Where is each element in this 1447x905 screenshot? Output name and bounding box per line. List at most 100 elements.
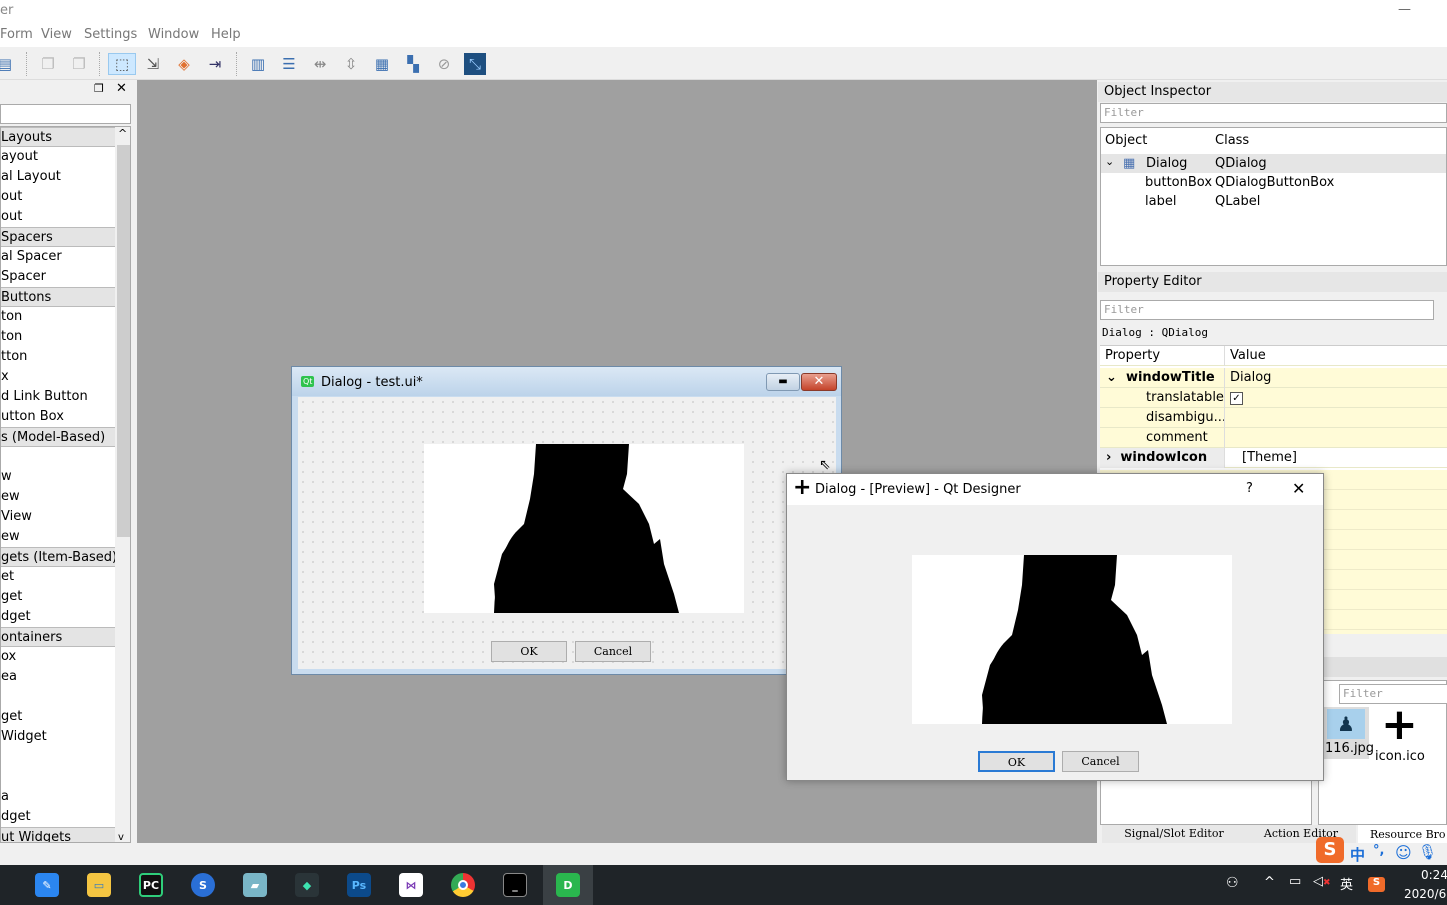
edit-buddies-icon[interactable]: ◈	[173, 53, 195, 75]
save-icon[interactable]: ▤	[0, 53, 16, 75]
widget-filter-input[interactable]	[0, 104, 131, 124]
widget-category[interactable]: Buttons	[1, 287, 115, 307]
widget-item[interactable]	[1, 447, 115, 467]
tree-row-label[interactable]: label QLabel	[1101, 192, 1446, 211]
taskbar-visual-studio-icon[interactable]: ⋈	[399, 873, 423, 897]
help-button[interactable]: ?	[1246, 481, 1253, 496]
widget-category[interactable]: Spacers	[1, 227, 115, 247]
taskbar-pycharm-icon[interactable]: PC	[139, 873, 163, 897]
taskbar-notepad-icon[interactable]: ▰	[243, 873, 267, 897]
translatable-checkbox[interactable]: ✓	[1230, 392, 1243, 405]
widget-item[interactable]	[1, 687, 115, 707]
sogou-ime-icon[interactable]: S	[1316, 837, 1344, 863]
widget-item[interactable]: et	[1, 567, 115, 587]
preview-titlebar[interactable]: + Dialog - [Preview] - Qt Designer ? ✕	[787, 474, 1323, 505]
send-to-back-icon[interactable]: ❐	[68, 53, 90, 75]
menu-window[interactable]: Window	[148, 27, 199, 42]
ok-button[interactable]: OK	[491, 641, 567, 662]
widget-category[interactable]: ut Widgets	[1, 827, 115, 842]
scroll-up-icon[interactable]: ^	[118, 127, 127, 140]
widget-item[interactable]: tton	[1, 347, 115, 367]
microphone-icon[interactable]: 🎙	[1418, 843, 1437, 861]
layout-vertical-icon[interactable]: ☰	[278, 53, 300, 75]
widget-item[interactable]: ew	[1, 527, 115, 547]
widget-item[interactable]	[1, 747, 115, 767]
ime-language[interactable]: 中	[1350, 844, 1365, 865]
menu-help[interactable]: Help	[211, 27, 241, 42]
widget-item[interactable]: ayout	[1, 147, 115, 167]
preview-window[interactable]: + Dialog - [Preview] - Qt Designer ? ✕ O…	[786, 473, 1324, 781]
ime-punctuation[interactable]: °,	[1373, 843, 1384, 858]
widget-category[interactable]: ontainers	[1, 627, 115, 647]
people-icon[interactable]: ⚇	[1226, 875, 1239, 891]
property-row-comment[interactable]: comment	[1100, 428, 1447, 448]
scrollbar[interactable]: ^ v	[115, 127, 130, 842]
taskbar-feishu-icon[interactable]: ✎	[35, 873, 59, 897]
tray-chevron-icon[interactable]: ^	[1264, 875, 1275, 890]
menu-settings[interactable]: Settings	[84, 27, 137, 42]
widget-item[interactable]: get	[1, 587, 115, 607]
taskbar-photoshop-icon[interactable]: Ps	[347, 873, 371, 897]
widget-category[interactable]: gets (Item-Based)	[1, 547, 115, 567]
file-116-jpg[interactable]: ♟ 116.jpg	[1323, 707, 1374, 759]
close-icon[interactable]: ✕	[116, 81, 127, 96]
sogou-tray-icon[interactable]: S	[1368, 877, 1385, 892]
widget-item[interactable]: dget	[1, 607, 115, 627]
edit-widgets-icon[interactable]: ⬚	[108, 53, 136, 75]
widget-item[interactable]: out	[1, 187, 115, 207]
cancel-button[interactable]: Cancel	[575, 641, 651, 662]
taskbar-sogou-browser-icon[interactable]: S	[191, 873, 215, 897]
layout-form-icon[interactable]: ▚	[402, 53, 424, 75]
form-window-titlebar[interactable]: Qt Dialog - test.ui* ▬ ✕	[292, 367, 841, 396]
float-icon[interactable]: ❐	[94, 82, 104, 95]
widget-item[interactable]: ton	[1, 307, 115, 327]
splitter-horizontal-icon[interactable]: ⇹	[309, 53, 331, 75]
widget-item[interactable]: ox	[1, 647, 115, 667]
widget-category[interactable]: s (Model-Based)	[1, 427, 115, 447]
taskbar-chrome-icon[interactable]	[451, 873, 475, 897]
taskbar-terminal-icon[interactable]: _	[503, 873, 527, 897]
widget-item[interactable]: dget	[1, 807, 115, 827]
form-canvas[interactable]: OK Cancel	[298, 397, 836, 669]
edit-signals-slots-icon[interactable]: ⇲	[142, 53, 164, 75]
close-button[interactable]: ✕	[1292, 479, 1305, 498]
widget-item[interactable]: utton Box	[1, 407, 115, 427]
widget-item[interactable]: out	[1, 207, 115, 227]
layout-grid-icon[interactable]: ▦	[371, 53, 393, 75]
minimize-button[interactable]: —	[1398, 2, 1411, 17]
tab-resource-browser[interactable]: Resource Bro	[1358, 825, 1447, 845]
bring-to-front-icon[interactable]: ❐	[37, 53, 59, 75]
property-row-disambiguation[interactable]: disambigu...	[1100, 408, 1447, 428]
widget-item[interactable]: w	[1, 467, 115, 487]
menu-view[interactable]: View	[41, 27, 72, 42]
widget-item[interactable]: ton	[1, 327, 115, 347]
widget-item[interactable]	[1, 767, 115, 787]
adjust-size-icon[interactable]: ⤡	[464, 53, 486, 75]
scrollbar-thumb[interactable]	[117, 145, 130, 537]
network-icon[interactable]: ▭	[1289, 874, 1301, 889]
taskbar-active-item[interactable]: D	[543, 865, 593, 905]
widget-item[interactable]: Widget	[1, 727, 115, 747]
emoji-icon[interactable]: ☺	[1395, 843, 1412, 862]
edit-tab-order-icon[interactable]: ⇥	[204, 53, 226, 75]
taskbar-file-explorer-icon[interactable]: ▭	[87, 873, 111, 897]
label-image[interactable]	[424, 444, 744, 613]
menu-form[interactable]: Form	[0, 27, 33, 42]
property-row-windowtitle[interactable]: ⌄ windowTitle Dialog	[1100, 368, 1447, 388]
widget-item[interactable]: get	[1, 707, 115, 727]
input-language[interactable]: 英	[1340, 874, 1353, 893]
object-filter-input[interactable]: Filter	[1100, 103, 1447, 123]
clock-time[interactable]: 0:24	[1421, 868, 1447, 882]
tab-signal-slot-editor[interactable]: Signal/Slot Editor	[1102, 825, 1246, 843]
minimize-button[interactable]: ▬	[766, 373, 800, 391]
clock-date[interactable]: 2020/6	[1404, 887, 1446, 901]
widget-item[interactable]: al Layout	[1, 167, 115, 187]
file-icon-ico[interactable]: + icon.ico	[1373, 703, 1433, 765]
widget-item[interactable]: View	[1, 507, 115, 527]
widget-item[interactable]: Spacer	[1, 267, 115, 287]
widget-item[interactable]: d Link Button	[1, 387, 115, 407]
widget-item[interactable]: al Spacer	[1, 247, 115, 267]
widget-item[interactable]: a	[1, 787, 115, 807]
tree-row-buttonbox[interactable]: buttonBox QDialogButtonBox	[1101, 173, 1446, 192]
preview-ok-button[interactable]: OK	[978, 751, 1055, 772]
